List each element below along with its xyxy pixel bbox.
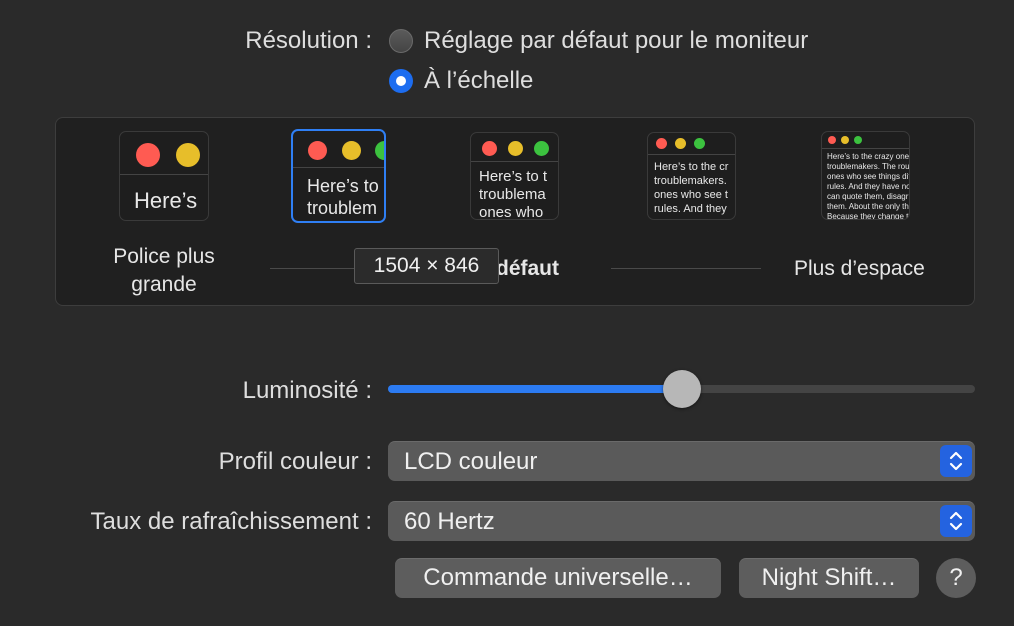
close-dot-icon [482,141,497,156]
radio-scaled-resolution[interactable] [389,69,413,93]
color-profile-label: Profil couleur : [218,448,372,475]
minimize-dot-icon [508,141,523,156]
night-shift-button[interactable]: Night Shift… [739,558,919,598]
color-profile-value: LCD couleur [404,448,538,475]
scale-option-more-space[interactable]: Here’s to the crazy ones troublemakers. … [821,131,910,220]
zoom-dot-icon [854,136,862,144]
thumbnail-sample-text: Here’s to troublem [307,176,379,218]
close-dot-icon [136,143,160,167]
brightness-slider-knob[interactable] [662,370,701,408]
minimize-dot-icon [675,138,686,149]
scale-option-2-selected[interactable]: Here’s to troublem [291,129,386,223]
close-dot-icon [656,138,667,149]
scale-option-larger-text[interactable]: Here’s [119,131,209,221]
chevron-updown-icon[interactable] [940,445,972,477]
thumbnail-sample-text: Here’s [134,188,198,213]
help-button[interactable]: ? [936,558,976,598]
scale-option-3[interactable]: Here’s to t troublema ones who [470,132,559,220]
resolution-label: Résolution : [245,27,372,54]
minimize-dot-icon [342,141,361,160]
label-larger-text: Police plus grande [113,245,215,296]
radio-scaled-label[interactable]: À l’échelle [424,67,533,95]
minimize-dot-icon [841,136,849,144]
refresh-rate-label: Taux de rafraîchissement : [90,508,372,535]
radio-default-resolution[interactable] [389,29,413,53]
zoom-dot-icon [534,141,549,156]
radio-default-label[interactable]: Réglage par défaut pour le moniteur [424,27,808,55]
thumbnail-sample-text: Here’s to t troublema ones who [479,168,548,220]
brightness-label: Luminosité : [242,377,372,404]
thumbnail-sample-text: Here’s to the cr troublemakers. ones who… [654,161,729,215]
scale-option-4[interactable]: Here’s to the cr troublemakers. ones who… [647,132,736,220]
color-profile-popup[interactable]: LCD couleur [388,441,975,481]
chevron-updown-icon[interactable] [940,505,972,537]
minimize-dot-icon [176,143,200,167]
label-more-space: Plus d’espace [794,257,925,280]
refresh-rate-value: 60 Hertz [404,508,495,535]
scale-divider-line [611,268,761,269]
close-dot-icon [828,136,836,144]
universal-control-button[interactable]: Commande universelle… [395,558,721,598]
label-default: défaut [496,257,559,280]
zoom-dot-icon [694,138,705,149]
brightness-slider-fill [388,385,682,393]
thumbnail-titlebar [293,131,384,168]
resolution-tooltip: 1504 × 846 [354,248,499,284]
refresh-rate-popup[interactable]: 60 Hertz [388,501,975,541]
scale-divider-line [270,268,354,269]
close-dot-icon [308,141,327,160]
thumbnail-sample-text: Here’s to the crazy ones troublemakers. … [827,152,910,220]
